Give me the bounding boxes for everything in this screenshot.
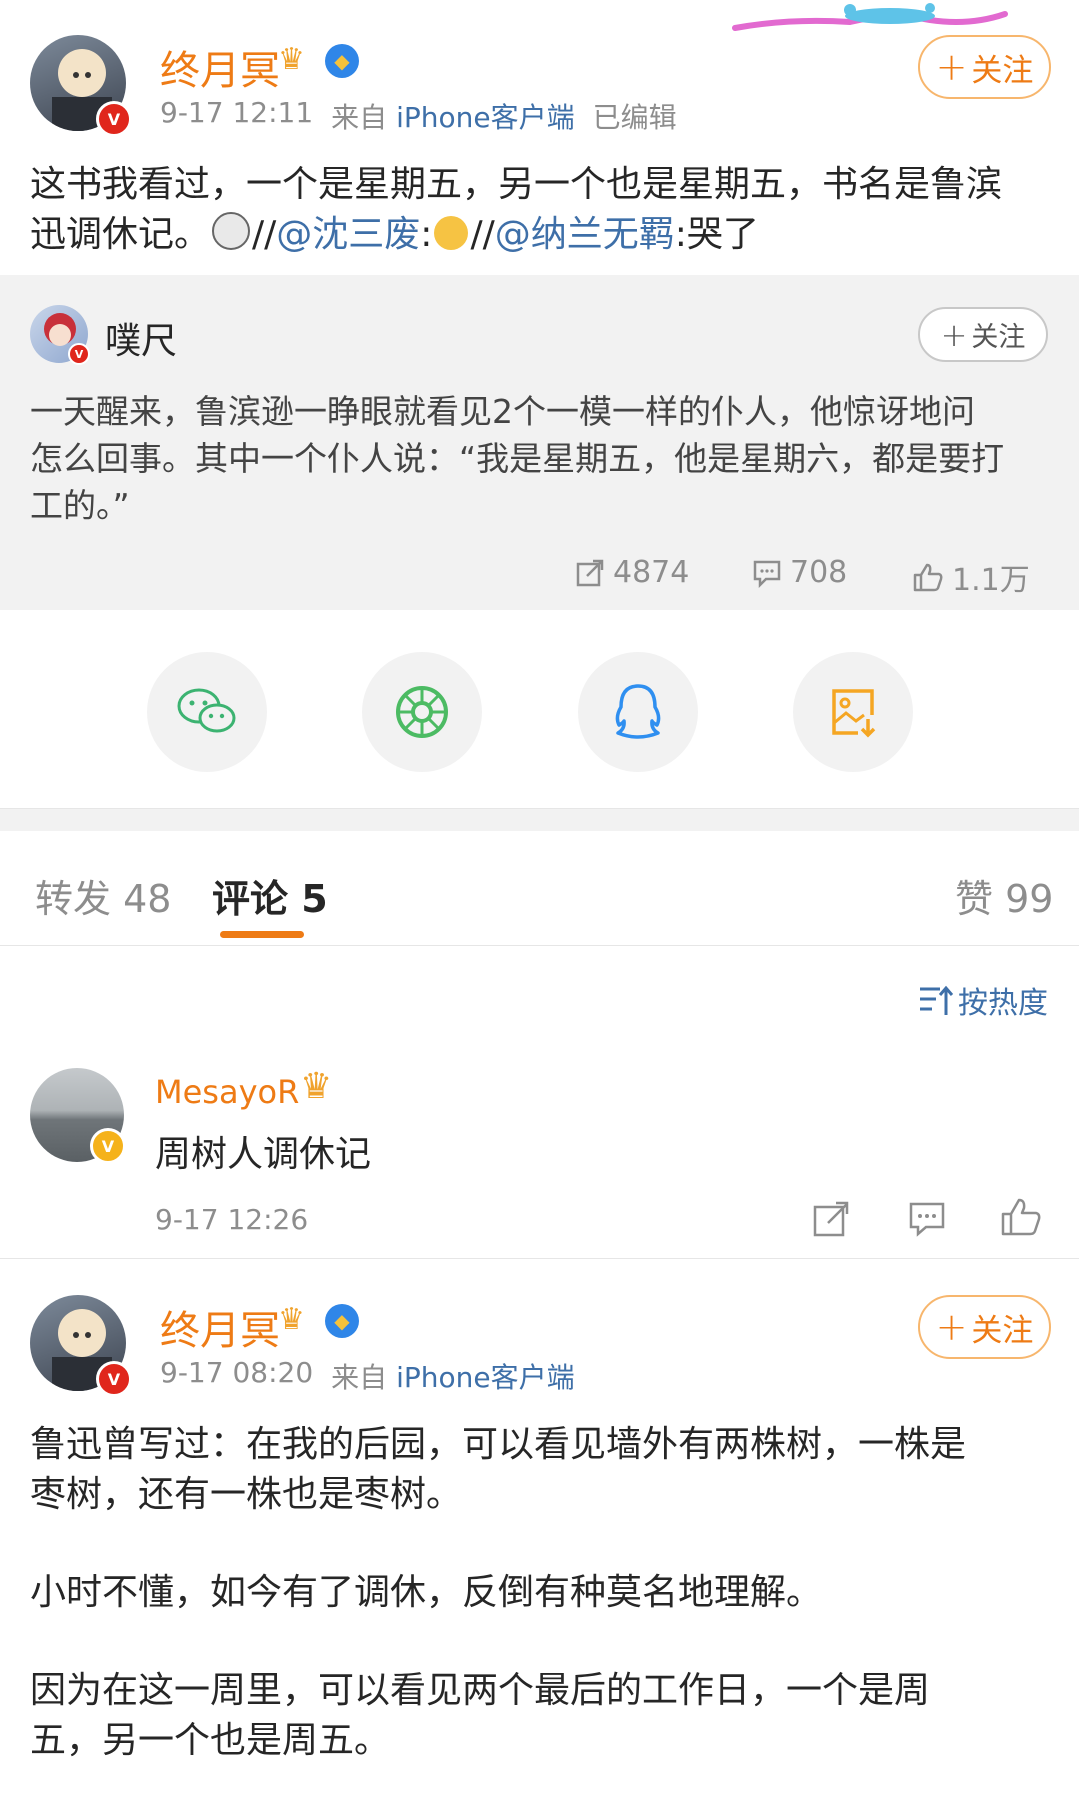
post-text: 这书我看过，一个是星期五，另一个也是星期五，书名是鲁滨迅调休记。//@沈三废: /… <box>30 160 1030 260</box>
active-tab-indicator <box>220 931 304 938</box>
sort-label: 按热度 <box>958 986 1048 1021</box>
original-text-line: 怎么回事。其中一个仆人说：“我是星期五，他是星期六，都是要打 <box>30 439 1005 478</box>
post-source[interactable]: 来自 iPhone客户端 <box>331 96 574 136</box>
follow-label: 关注 <box>971 52 1034 89</box>
plus-icon: + <box>935 45 968 89</box>
crown-icon: ♛ <box>278 42 305 77</box>
comment2-text: 鲁迅曾写过：在我的后园，可以看见墙外有两株树，一株是 枣树，还有一株也是枣树。 … <box>30 1420 1060 1766</box>
comment2-follow-button[interactable]: + 关注 <box>918 1295 1051 1359</box>
qq-icon <box>615 684 661 739</box>
original-text-line: 一天醒来，鲁滨逊一睁眼就看见2个一模一样的仆人，他惊讶地问 <box>30 392 975 431</box>
repost-separator: // <box>470 214 495 255</box>
comment-count: 708 <box>790 555 848 590</box>
original-comment-count[interactable]: 708 <box>752 555 847 590</box>
follow-label: 关注 <box>971 322 1026 353</box>
post-meta: 9-17 12:11 来自 iPhone客户端 已编辑 <box>160 96 677 136</box>
comment-icon <box>753 560 781 588</box>
follow-button[interactable]: + 关注 <box>918 35 1051 99</box>
original-author-name[interactable]: 噗尺 <box>105 312 177 364</box>
follow-label: 关注 <box>971 1312 1034 1349</box>
original-like-count[interactable]: 1.1万 <box>912 555 1030 599</box>
crown-icon: ♛ <box>278 1302 305 1337</box>
source-client: iPhone客户端 <box>396 101 575 134</box>
tab-comment[interactable]: 评论 5 <box>212 868 328 923</box>
moments-icon <box>396 686 448 738</box>
original-follow-button[interactable]: + 关注 <box>918 307 1048 362</box>
comment2-time: 9-17 08:20 <box>160 1356 314 1389</box>
original-text: 一天醒来，鲁滨逊一睁眼就看见2个一模一样的仆人，他惊讶地问 怎么回事。其中一个仆… <box>30 388 1060 529</box>
save-image-button[interactable] <box>793 652 913 772</box>
crown-icon: ♛ <box>300 1066 333 1107</box>
post-time: 9-17 12:11 <box>160 96 314 129</box>
source-prefix: 来自 <box>331 1361 388 1394</box>
like-count: 1.1万 <box>952 563 1030 598</box>
comment-author-name[interactable]: MesayoR <box>155 1073 299 1111</box>
repost-separator: // <box>252 214 277 255</box>
repost-icon <box>576 559 604 586</box>
comment2-text-line: 五，另一个也是周五。 <box>30 1720 391 1761</box>
verified-badge-icon: V <box>96 101 132 137</box>
original-author-avatar[interactable]: V <box>30 305 90 365</box>
edited-label: 已编辑 <box>592 101 677 134</box>
comment2-author-name[interactable]: 终月冥 <box>160 1298 280 1356</box>
sort-button[interactable]: 按热度 <box>918 978 1048 1022</box>
verified-badge-icon: V <box>68 343 90 365</box>
source-prefix: 来自 <box>331 101 388 134</box>
share-wechat-button[interactable] <box>147 652 267 772</box>
member-badge-icon: ◆ <box>325 44 359 78</box>
tab-like[interactable]: 赞 99 <box>955 868 1053 923</box>
comment-author-avatar[interactable]: V <box>30 1068 126 1164</box>
save-image-icon <box>832 689 876 738</box>
mention-link-1[interactable]: @沈三废 <box>276 214 420 255</box>
verified-badge-icon: V <box>96 1361 132 1397</box>
member-badge-icon: ◆ <box>325 1304 359 1338</box>
comment-time: 9-17 12:26 <box>155 1203 309 1236</box>
wechat-icon <box>177 688 236 733</box>
post-author-name[interactable]: 终月冥 <box>160 38 280 96</box>
comment-text: 周树人调休记 <box>155 1134 372 1175</box>
comment2-source[interactable]: 来自 iPhone客户端 <box>331 1356 574 1396</box>
comment2-text-line: 小时不懂，如今有了调休，反倒有种莫名地理解。 <box>30 1572 823 1613</box>
comment-reply-icon[interactable] <box>908 1200 946 1238</box>
comment-like-icon[interactable] <box>1000 1197 1042 1237</box>
comment2-meta: 9-17 08:20 来自 iPhone客户端 <box>160 1356 575 1396</box>
face-emoji-icon <box>212 212 251 250</box>
sort-icon <box>920 985 954 1015</box>
share-moments-button[interactable] <box>362 652 482 772</box>
comment2-text-line: 鲁迅曾写过：在我的后园，可以看见墙外有两株树，一株是 <box>30 1424 967 1465</box>
source-client: iPhone客户端 <box>396 1361 575 1394</box>
share-qq-button[interactable] <box>578 652 698 772</box>
repost-count: 4874 <box>613 555 690 590</box>
tabs-divider <box>0 945 1079 946</box>
mention-link-2[interactable]: @纳兰无羁 <box>495 214 675 255</box>
tab-repost[interactable]: 转发 48 <box>35 868 171 923</box>
post-text-tail: :哭了 <box>674 214 759 255</box>
original-text-line: 工的。” <box>30 486 130 525</box>
comment2-text-line: 因为在这一周里，可以看见两个最后的工作日，一个是周 <box>30 1670 931 1711</box>
comment2-author-avatar[interactable]: V <box>30 1295 132 1397</box>
plus-icon: + <box>935 1305 968 1349</box>
comment-repost-icon[interactable] <box>812 1200 850 1238</box>
plus-icon: + <box>940 315 968 354</box>
original-repost-count[interactable]: 4874 <box>575 555 689 590</box>
comment-divider <box>0 1258 1079 1259</box>
decorative-splash <box>732 3 1008 31</box>
comment2-text-line: 枣树，还有一株也是枣树。 <box>30 1474 463 1515</box>
colon: : <box>420 214 433 255</box>
laugh-emoji-icon <box>434 216 469 250</box>
post-author-avatar[interactable]: V <box>30 35 132 137</box>
like-icon <box>913 563 943 592</box>
verified-badge-icon: V <box>90 1128 126 1164</box>
section-divider <box>0 808 1079 831</box>
